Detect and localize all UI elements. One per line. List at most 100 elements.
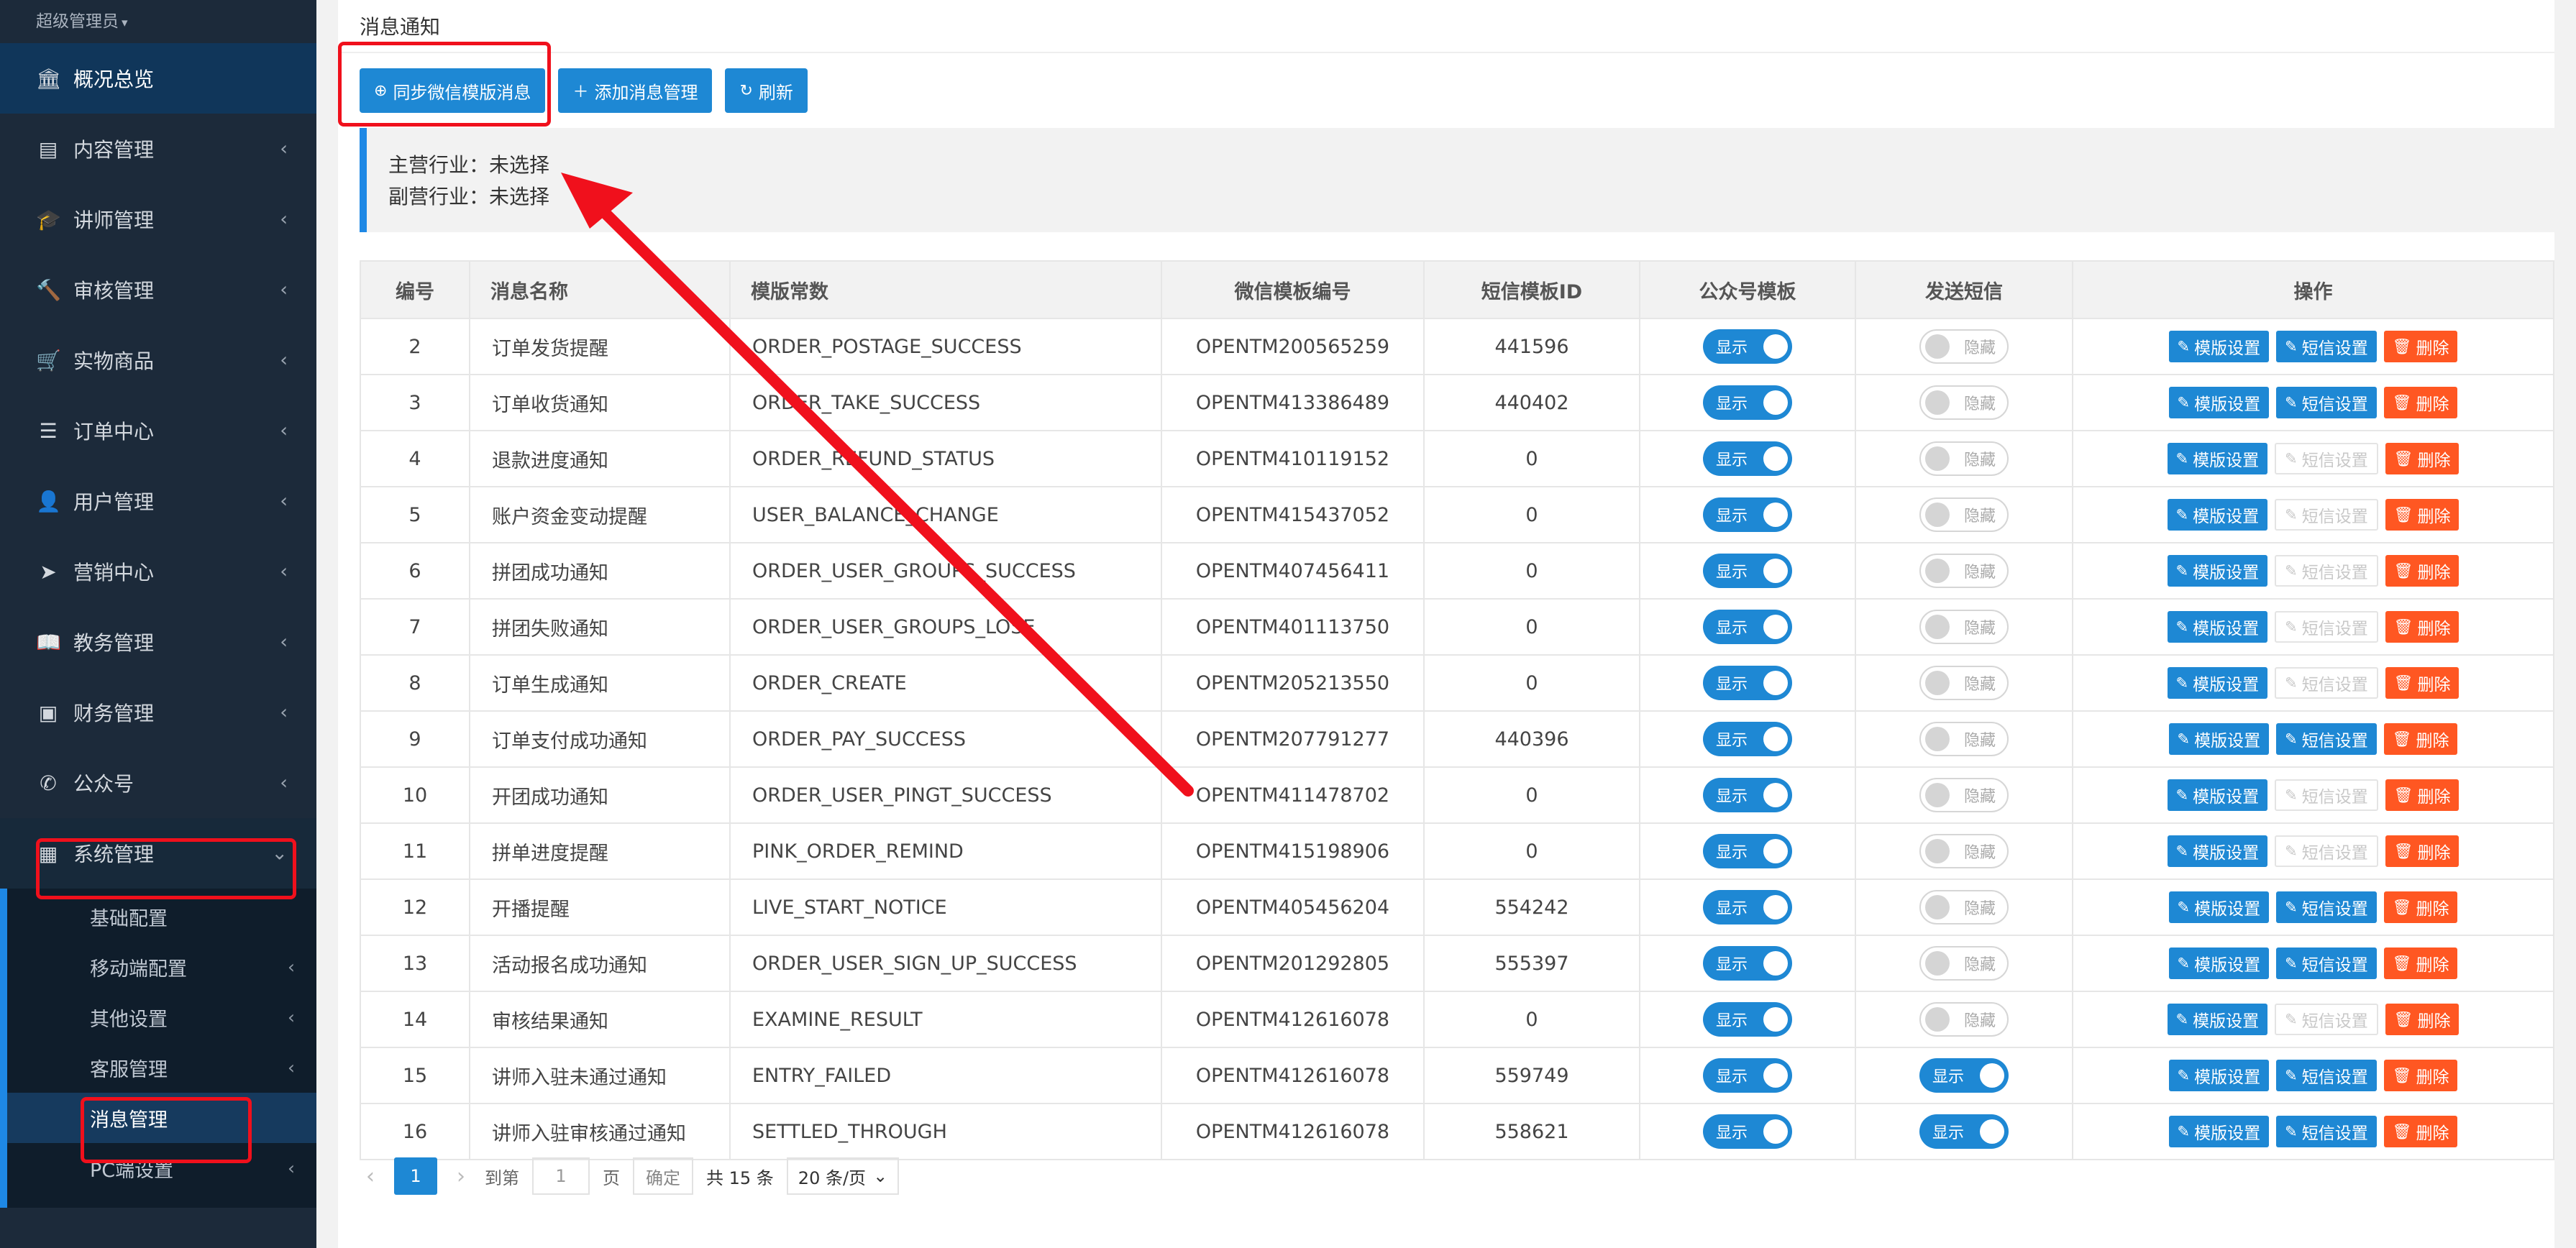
page-size-select[interactable]: 20 条/页 ⌄ xyxy=(786,1157,900,1195)
prev-page-icon[interactable]: ‹ xyxy=(360,1164,381,1189)
sms-settings-button[interactable]: ✎ 短信设置 xyxy=(2275,779,2378,811)
official-account-toggle[interactable]: 显示 xyxy=(1703,1058,1792,1093)
sidebar-item-4[interactable]: 🛒 实物商品 ‹ xyxy=(0,325,316,395)
template-settings-button[interactable]: ✎ 模版设置 xyxy=(2167,779,2268,811)
delete-button[interactable]: 🗑 删除 xyxy=(2385,443,2459,474)
edit-icon: ✎ xyxy=(2177,730,2191,748)
template-settings-button[interactable]: ✎ 模版设置 xyxy=(2167,1004,2268,1035)
sms-settings-button[interactable]: ✎ 短信设置 xyxy=(2275,1004,2378,1035)
delete-button[interactable]: 🗑 删除 xyxy=(2385,835,2459,867)
sidebar-item-5[interactable]: ☰ 订单中心 ‹ xyxy=(0,395,316,466)
goto-confirm-button[interactable]: 确定 xyxy=(633,1157,693,1195)
send-sms-toggle[interactable]: 隐藏 xyxy=(1919,441,2009,476)
template-settings-button[interactable]: ✎ 模版设置 xyxy=(2168,1116,2270,1147)
template-settings-button[interactable]: ✎ 模版设置 xyxy=(2168,331,2270,362)
send-sms-toggle[interactable]: 隐藏 xyxy=(1919,834,2009,868)
send-sms-toggle[interactable]: 隐藏 xyxy=(1919,329,2009,364)
delete-button[interactable]: 🗑 删除 xyxy=(2385,555,2459,587)
sidebar-item-8[interactable]: 📖 教务管理 ‹ xyxy=(0,607,316,677)
page-current[interactable]: 1 xyxy=(394,1157,437,1195)
delete-button[interactable]: 🗑 删除 xyxy=(2383,331,2458,362)
sidebar-item-7[interactable]: ➤ 营销中心 ‹ xyxy=(0,536,316,607)
sidebar-item-1[interactable]: ▤ 内容管理 ‹ xyxy=(0,114,316,184)
sidebar-item-6[interactable]: 👤 用户管理 ‹ xyxy=(0,466,316,536)
official-account-toggle[interactable]: 显示 xyxy=(1703,554,1792,588)
template-settings-button[interactable]: ✎ 模版设置 xyxy=(2168,891,2270,923)
delete-button[interactable]: 🗑 删除 xyxy=(2383,948,2458,979)
official-account-toggle[interactable]: 显示 xyxy=(1703,385,1792,420)
official-account-toggle[interactable]: 显示 xyxy=(1703,1114,1792,1149)
official-account-toggle[interactable]: 显示 xyxy=(1703,946,1792,981)
delete-button[interactable]: 🗑 删除 xyxy=(2383,891,2458,923)
sidebar-item-10[interactable]: ✆ 公众号 ‹ xyxy=(0,748,316,818)
sms-settings-button[interactable]: ✎ 短信设置 xyxy=(2275,611,2378,643)
send-sms-toggle[interactable]: 隐藏 xyxy=(1919,610,2009,644)
delete-button[interactable]: 🗑 删除 xyxy=(2383,387,2458,418)
delete-button[interactable]: 🗑 删除 xyxy=(2383,723,2458,755)
chevron-left-icon: ‹ xyxy=(280,208,288,231)
add-message-button[interactable]: ＋ 添加消息管理 xyxy=(558,68,713,113)
template-settings-button[interactable]: ✎ 模版设置 xyxy=(2168,387,2270,418)
template-settings-button[interactable]: ✎ 模版设置 xyxy=(2167,611,2268,643)
next-page-icon[interactable]: › xyxy=(450,1164,472,1189)
send-sms-toggle[interactable]: 显示 xyxy=(1919,1058,2009,1093)
official-account-toggle[interactable]: 显示 xyxy=(1703,610,1792,644)
delete-button[interactable]: 🗑 删除 xyxy=(2385,611,2459,643)
official-account-toggle[interactable]: 显示 xyxy=(1703,666,1792,700)
official-account-toggle[interactable]: 显示 xyxy=(1703,497,1792,532)
submenu-item-3[interactable]: 客服管理 ‹ xyxy=(7,1042,316,1093)
goto-page-input[interactable]: 1 xyxy=(532,1157,590,1195)
submenu-item-2[interactable]: 其他设置 ‹ xyxy=(7,992,316,1042)
template-settings-button[interactable]: ✎ 模版设置 xyxy=(2167,499,2268,531)
send-sms-toggle[interactable]: 隐藏 xyxy=(1919,1002,2009,1037)
template-settings-button[interactable]: ✎ 模版设置 xyxy=(2168,723,2270,755)
official-account-toggle[interactable]: 显示 xyxy=(1703,722,1792,756)
template-settings-button[interactable]: ✎ 模版设置 xyxy=(2167,835,2268,867)
delete-button[interactable]: 🗑 删除 xyxy=(2385,499,2459,531)
sms-settings-button[interactable]: ✎ 短信设置 xyxy=(2276,387,2377,418)
delete-button[interactable]: 🗑 删除 xyxy=(2385,667,2459,699)
user-menu[interactable]: 超级管理员 ▾ xyxy=(0,0,316,43)
send-sms-toggle[interactable]: 隐藏 xyxy=(1919,946,2009,981)
send-sms-toggle[interactable]: 隐藏 xyxy=(1919,890,2009,924)
sidebar-item-3[interactable]: 🔨 审核管理 ‹ xyxy=(0,254,316,325)
sms-settings-button[interactable]: ✎ 短信设置 xyxy=(2276,891,2377,923)
official-account-toggle[interactable]: 显示 xyxy=(1703,441,1792,476)
sms-settings-button[interactable]: ✎ 短信设置 xyxy=(2275,443,2378,474)
sms-settings-button[interactable]: ✎ 短信设置 xyxy=(2275,835,2378,867)
sidebar-item-0[interactable]: 🏛 概况总览 xyxy=(0,43,316,114)
delete-button[interactable]: 🗑 删除 xyxy=(2383,1060,2458,1091)
delete-button[interactable]: 🗑 删除 xyxy=(2383,1116,2458,1147)
send-sms-toggle[interactable]: 隐藏 xyxy=(1919,385,2009,420)
sidebar-item-2[interactable]: 🎓 讲师管理 ‹ xyxy=(0,184,316,254)
sidebar-item-9[interactable]: ▣ 财务管理 ‹ xyxy=(0,677,316,748)
sms-settings-button[interactable]: ✎ 短信设置 xyxy=(2276,1060,2377,1091)
send-sms-toggle[interactable]: 隐藏 xyxy=(1919,666,2009,700)
delete-button[interactable]: 🗑 删除 xyxy=(2385,779,2459,811)
template-settings-button[interactable]: ✎ 模版设置 xyxy=(2167,555,2268,587)
sms-settings-button[interactable]: ✎ 短信设置 xyxy=(2276,948,2377,979)
send-sms-toggle[interactable]: 隐藏 xyxy=(1919,497,2009,532)
delete-button[interactable]: 🗑 删除 xyxy=(2385,1004,2459,1035)
sms-settings-button[interactable]: ✎ 短信设置 xyxy=(2275,499,2378,531)
sms-settings-button[interactable]: ✎ 短信设置 xyxy=(2275,667,2378,699)
template-settings-button[interactable]: ✎ 模版设置 xyxy=(2168,948,2270,979)
official-account-toggle[interactable]: 显示 xyxy=(1703,1002,1792,1037)
official-account-toggle[interactable]: 显示 xyxy=(1703,890,1792,924)
template-settings-button[interactable]: ✎ 模版设置 xyxy=(2168,1060,2270,1091)
refresh-button[interactable]: ↻ 刷新 xyxy=(725,68,808,113)
official-account-toggle[interactable]: 显示 xyxy=(1703,778,1792,812)
official-account-toggle[interactable]: 显示 xyxy=(1703,834,1792,868)
send-sms-toggle[interactable]: 隐藏 xyxy=(1919,554,2009,588)
send-sms-toggle[interactable]: 隐藏 xyxy=(1919,778,2009,812)
official-account-toggle[interactable]: 显示 xyxy=(1703,329,1792,364)
template-settings-button[interactable]: ✎ 模版设置 xyxy=(2167,667,2268,699)
send-sms-toggle[interactable]: 隐藏 xyxy=(1919,722,2009,756)
template-settings-button[interactable]: ✎ 模版设置 xyxy=(2167,443,2268,474)
submenu-item-1[interactable]: 移动端配置 ‹ xyxy=(7,942,316,992)
sms-settings-button[interactable]: ✎ 短信设置 xyxy=(2276,1116,2377,1147)
sms-settings-button[interactable]: ✎ 短信设置 xyxy=(2275,555,2378,587)
sms-settings-button[interactable]: ✎ 短信设置 xyxy=(2276,723,2377,755)
sms-settings-button[interactable]: ✎ 短信设置 xyxy=(2276,331,2377,362)
send-sms-toggle[interactable]: 显示 xyxy=(1919,1114,2009,1149)
